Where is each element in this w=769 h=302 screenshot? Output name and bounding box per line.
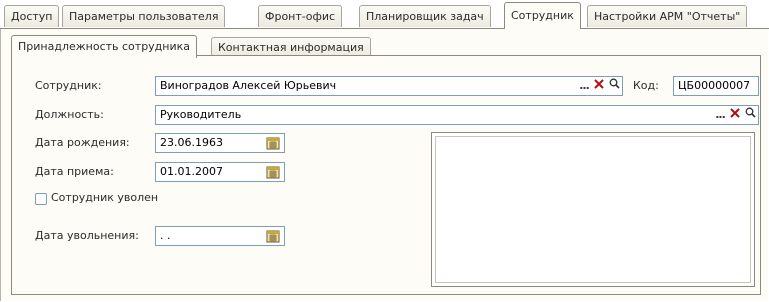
dismissal-date-label: Дата увольнения: (35, 229, 139, 242)
employee-field[interactable]: Виноградов Алексей Юрьевич ... (155, 76, 623, 96)
tab-front-office[interactable]: Фронт-офис (258, 5, 343, 27)
employee-clear-button[interactable] (592, 78, 606, 94)
employee-fired-label: Сотрудник уволен (51, 191, 159, 204)
position-search-button[interactable] (743, 107, 757, 123)
tab-contact-info[interactable]: Контактная информация (211, 37, 371, 57)
employee-select-button[interactable]: ... (577, 78, 591, 94)
tab-user-parameters[interactable]: Параметры пользователя (62, 5, 226, 27)
tab-task-scheduler[interactable]: Планировщик задач (359, 5, 491, 27)
employee-value: Виноградов Алексей Юрьевич (160, 79, 337, 92)
tab-employee-affiliation[interactable]: Принадлежность сотрудника (11, 35, 198, 58)
code-label: Код: (633, 79, 659, 92)
photo-inner-frame (435, 136, 751, 283)
position-label: Должность: (35, 108, 104, 121)
tab-access[interactable]: Доступ (4, 5, 60, 27)
employee-photo-area[interactable] (431, 132, 755, 287)
calendar-icon[interactable] (266, 165, 280, 179)
dismissal-date-value: . . (160, 229, 171, 242)
employee-panel: Принадлежность сотрудника Контактная инф… (0, 29, 768, 301)
tab-employee[interactable]: Сотрудник (504, 2, 581, 29)
tab-arm-reports-settings[interactable]: Настройки АРМ "Отчеты" (587, 5, 748, 27)
code-field[interactable]: ЦБ00000007 (673, 76, 759, 96)
clear-icon (730, 108, 740, 118)
calendar-icon[interactable] (266, 229, 280, 243)
tab-bar-line (0, 28, 769, 29)
position-field[interactable]: Руководитель ... (155, 105, 759, 125)
clear-icon (594, 79, 604, 89)
position-select-button[interactable]: ... (713, 107, 727, 123)
magnifier-icon (609, 78, 620, 89)
top-tab-bar: Доступ Параметры пользователя Фронт-офис… (4, 0, 769, 29)
employee-search-button[interactable] (607, 78, 621, 94)
magnifier-icon (745, 107, 756, 118)
position-clear-button[interactable] (728, 107, 742, 123)
code-value: ЦБ00000007 (678, 79, 751, 92)
inner-tab-bar: Принадлежность сотрудника Контактная инф… (11, 33, 759, 58)
hire-date-label: Дата приема: (35, 165, 114, 178)
employee-fired-checkbox[interactable] (35, 193, 47, 205)
dismissal-date-field[interactable]: . . (155, 226, 285, 246)
hire-date-field[interactable]: 01.01.2007 (155, 162, 285, 182)
hire-date-value: 01.01.2007 (160, 165, 223, 178)
birth-date-label: Дата рождения: (35, 136, 130, 149)
birth-date-field[interactable]: 23.06.1963 (155, 133, 285, 153)
birth-date-value: 23.06.1963 (160, 136, 223, 149)
calendar-icon[interactable] (266, 136, 280, 150)
employee-label: Сотрудник: (35, 79, 102, 92)
position-value: Руководитель (160, 108, 242, 121)
